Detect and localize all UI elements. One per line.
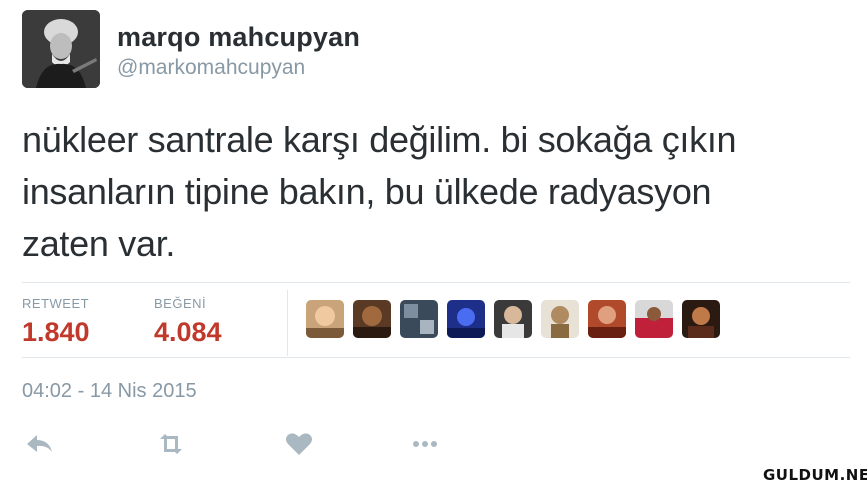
liker-avatar[interactable] xyxy=(541,300,579,338)
liker-avatar[interactable] xyxy=(588,300,626,338)
liker-avatar[interactable] xyxy=(400,300,438,338)
avatar[interactable] xyxy=(22,10,100,88)
liker-avatar-icon xyxy=(494,300,532,338)
tweet-text-line: nükleer santrale karşı değilim. bi sokağ… xyxy=(22,119,737,160)
liker-avatar[interactable] xyxy=(353,300,391,338)
more-button[interactable] xyxy=(409,430,441,458)
user-handle[interactable]: @markomahcupyan xyxy=(117,56,305,80)
retweet-count[interactable]: 1.840 xyxy=(22,317,90,348)
liker-avatar-icon xyxy=(635,300,673,338)
liker-avatar-icon xyxy=(353,300,391,338)
display-name[interactable]: marqo mahcupyan xyxy=(117,22,360,53)
more-icon xyxy=(413,441,437,447)
stats-top-divider xyxy=(22,282,850,283)
liker-avatar[interactable] xyxy=(306,300,344,338)
stats-separator xyxy=(287,290,288,356)
retweet-button[interactable] xyxy=(155,430,187,458)
stats-bottom-divider xyxy=(22,357,850,358)
liker-avatar[interactable] xyxy=(447,300,485,338)
liker-avatar[interactable] xyxy=(494,300,532,338)
reply-icon xyxy=(27,435,52,452)
portrait-avatar-icon xyxy=(22,10,100,88)
like-button[interactable] xyxy=(283,430,315,458)
tweet-timestamp[interactable]: 04:02 - 14 Nis 2015 xyxy=(22,380,197,403)
liker-avatar[interactable] xyxy=(635,300,673,338)
reply-button[interactable] xyxy=(24,430,56,458)
tweet-text: nükleer santrale karşı değilim. bi sokağ… xyxy=(22,114,862,270)
liker-avatar-icon xyxy=(682,300,720,338)
retweet-label: RETWEET xyxy=(22,296,90,311)
watermark: GULDUM.NET xyxy=(763,464,867,486)
heart-icon xyxy=(286,433,312,455)
liker-avatar-icon xyxy=(400,300,438,338)
liker-avatar-icon xyxy=(447,300,485,338)
liker-avatar-icon xyxy=(306,300,344,338)
retweet-icon xyxy=(160,434,182,454)
liker-avatar-icon xyxy=(588,300,626,338)
liker-avatar[interactable] xyxy=(682,300,720,338)
like-label: BEĞENİ xyxy=(154,296,207,311)
tweet-text-line: zaten var. xyxy=(22,223,176,264)
like-count[interactable]: 4.084 xyxy=(154,317,222,348)
liker-avatar-icon xyxy=(541,300,579,338)
tweet-text-line: insanların tipine bakın, bu ülkede radya… xyxy=(22,171,712,212)
